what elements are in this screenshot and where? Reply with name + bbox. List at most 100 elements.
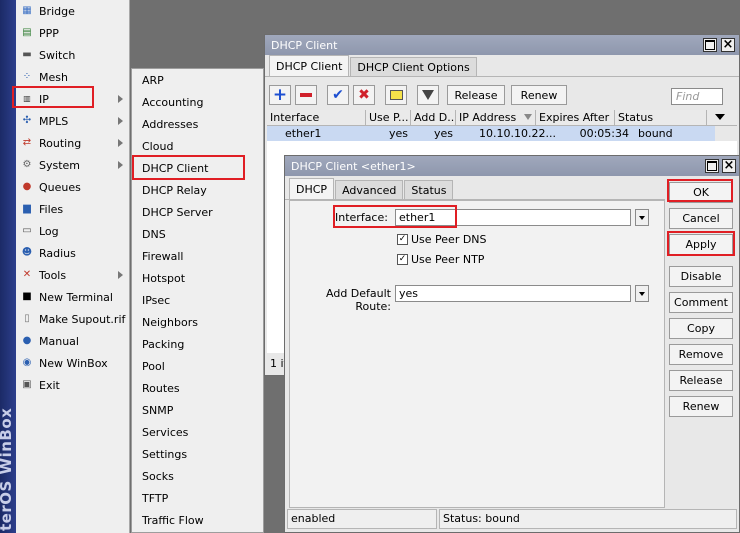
dhcp-client-window-titlebar[interactable]: DHCP Client: [265, 35, 739, 55]
submenu-arrow-icon: [118, 117, 123, 125]
terminal-icon: ■: [22, 291, 32, 302]
menu-item-bridge[interactable]: ▦ Bridge: [16, 0, 129, 22]
menu-item-queues[interactable]: ● Queues: [16, 176, 129, 198]
submenu-item-services[interactable]: Services: [132, 421, 263, 443]
table-row[interactable]: ether1 yes yes 10.10.10.22... 00:05:34 b…: [267, 126, 715, 141]
menu-item-new-winbox[interactable]: ◉ New WinBox: [16, 352, 129, 374]
x-icon: ✖: [358, 87, 370, 103]
remove-button[interactable]: [295, 85, 317, 105]
use-peer-dns-checkbox[interactable]: ✓: [397, 234, 408, 245]
cancel-button[interactable]: Cancel: [669, 208, 733, 229]
submenu-item-dhcp-server[interactable]: DHCP Server: [132, 201, 263, 223]
submenu-item-ipsec[interactable]: IPsec: [132, 289, 263, 311]
menu-item-tools[interactable]: ✕ Tools: [16, 264, 129, 286]
menu-item-system[interactable]: ⚙ System: [16, 154, 129, 176]
submenu-item-dhcp-relay[interactable]: DHCP Relay: [132, 179, 263, 201]
tab-advanced[interactable]: Advanced: [335, 180, 404, 199]
column-menu-button[interactable]: [707, 110, 737, 126]
submenu-arrow-icon: [118, 139, 123, 147]
dialog-titlebar[interactable]: DHCP Client <ether1>: [285, 156, 739, 176]
use-peer-ntp-checkbox[interactable]: ✓: [397, 254, 408, 265]
menu-item-log[interactable]: ▭ Log: [16, 220, 129, 242]
submenu-arrow-icon: [118, 271, 123, 279]
menu-item-new-terminal[interactable]: ■ New Terminal: [16, 286, 129, 308]
minus-icon: [300, 93, 312, 97]
column-status[interactable]: Status: [615, 110, 707, 126]
menu-item-mpls[interactable]: ✣ MPLS: [16, 110, 129, 132]
renew-button[interactable]: Renew: [669, 396, 733, 417]
tab-status[interactable]: Status: [404, 180, 454, 199]
close-icon[interactable]: [722, 159, 736, 173]
chevron-down-icon: [715, 114, 725, 120]
tab-dhcp[interactable]: DHCP: [289, 178, 335, 199]
tab-dhcp-client-options[interactable]: DHCP Client Options: [350, 57, 477, 76]
submenu-item-hotspot[interactable]: Hotspot: [132, 267, 263, 289]
winbox-icon: ◉: [22, 357, 32, 368]
menu-item-files[interactable]: ▆ Files: [16, 198, 129, 220]
interface-dropdown-button[interactable]: [635, 209, 649, 226]
cell-expires: 00:05:34: [579, 127, 629, 140]
remove-button[interactable]: Remove: [669, 344, 733, 365]
apply-highlight-box: [667, 231, 735, 256]
menu-item-exit[interactable]: ▣ Exit: [16, 374, 129, 396]
filter-icon: [422, 90, 434, 100]
submenu-item-arp[interactable]: ARP: [132, 69, 263, 91]
add-default-route-dropdown-button[interactable]: [635, 285, 649, 302]
column-add-default[interactable]: Add D...: [411, 110, 456, 126]
submenu-item-dns[interactable]: DNS: [132, 223, 263, 245]
release-button[interactable]: Release: [669, 370, 733, 391]
find-input[interactable]: Find: [671, 88, 723, 105]
folder-icon: ▆: [23, 203, 31, 214]
menu-item-routing[interactable]: ⇄ Routing: [16, 132, 129, 154]
dhcp-client-highlight-box: [132, 155, 245, 180]
submenu-item-packing[interactable]: Packing: [132, 333, 263, 355]
submenu-item-neighbors[interactable]: Neighbors: [132, 311, 263, 333]
queues-icon: ●: [22, 181, 32, 192]
submenu-item-cloud[interactable]: Cloud: [132, 135, 263, 157]
status-enabled: enabled: [287, 509, 437, 529]
menu-item-make-supout[interactable]: ▯ Make Supout.rif: [16, 308, 129, 330]
add-default-route-select[interactable]: yes: [395, 285, 631, 302]
submenu-item-routes[interactable]: Routes: [132, 377, 263, 399]
submenu-item-socks[interactable]: Socks: [132, 465, 263, 487]
ppp-icon: ▤: [22, 27, 32, 38]
add-button[interactable]: +: [269, 85, 291, 105]
column-use-peer[interactable]: Use P...: [366, 110, 411, 126]
exit-icon: ▣: [22, 379, 32, 390]
submenu-item-traffic-flow[interactable]: Traffic Flow: [132, 509, 263, 531]
bridge-icon: ▦: [22, 5, 32, 16]
cell-ip-address: 10.10.10.22...: [479, 127, 556, 140]
filter-button[interactable]: [417, 85, 439, 105]
submenu-item-firewall[interactable]: Firewall: [132, 245, 263, 267]
renew-button[interactable]: Renew: [511, 85, 567, 105]
add-default-route-label: Add Default Route:: [326, 287, 391, 313]
maximize-icon[interactable]: [705, 159, 719, 173]
close-icon[interactable]: [721, 38, 735, 52]
disable-button[interactable]: Disable: [669, 266, 733, 287]
submenu-item-settings[interactable]: Settings: [132, 443, 263, 465]
release-button[interactable]: Release: [447, 85, 505, 105]
copy-button[interactable]: Copy: [669, 318, 733, 339]
maximize-icon[interactable]: [703, 38, 717, 52]
menu-item-mesh[interactable]: ⁘ Mesh: [16, 66, 129, 88]
check-icon: ✔: [332, 87, 344, 103]
menu-item-ppp[interactable]: ▤ PPP: [16, 22, 129, 44]
enable-button[interactable]: ✔: [327, 85, 349, 105]
comment-button[interactable]: [385, 85, 407, 105]
submenu-item-snmp[interactable]: SNMP: [132, 399, 263, 421]
use-peer-dns-label: Use Peer DNS: [411, 233, 487, 246]
disable-button[interactable]: ✖: [353, 85, 375, 105]
status-bound: Status: bound: [439, 509, 737, 529]
submenu-item-pool[interactable]: Pool: [132, 355, 263, 377]
menu-item-switch[interactable]: ▬ Switch: [16, 44, 129, 66]
submenu-item-addresses[interactable]: Addresses: [132, 113, 263, 135]
column-expires-after[interactable]: Expires After: [536, 110, 615, 126]
column-interface[interactable]: Interface: [267, 110, 366, 126]
menu-item-manual[interactable]: ● Manual: [16, 330, 129, 352]
submenu-item-accounting[interactable]: Accounting: [132, 91, 263, 113]
menu-item-radius[interactable]: ☻ Radius: [16, 242, 129, 264]
tab-dhcp-client[interactable]: DHCP Client: [269, 55, 350, 76]
column-ip-address[interactable]: IP Address: [456, 110, 536, 126]
comment-button[interactable]: Comment: [669, 292, 733, 313]
submenu-item-tftp[interactable]: TFTP: [132, 487, 263, 509]
